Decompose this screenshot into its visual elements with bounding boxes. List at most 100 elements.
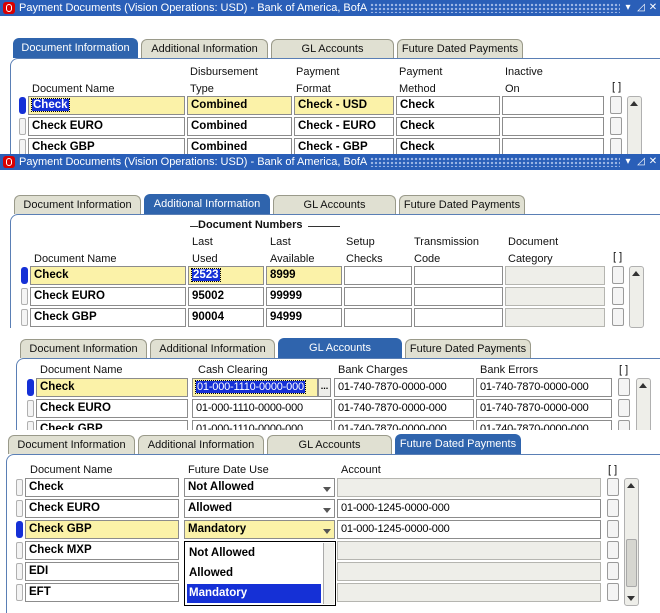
row-selector[interactable] [27, 421, 34, 430]
future-date-use-select[interactable]: Mandatory [184, 520, 335, 539]
dropdown-option-allowed[interactable]: Allowed [187, 564, 321, 583]
payment-format-field[interactable]: Check - USD [294, 96, 394, 115]
close-icon[interactable]: ✕ [647, 0, 659, 16]
row-selector[interactable] [16, 542, 23, 559]
row-selector[interactable] [21, 288, 28, 305]
document-name-field[interactable]: Check EURO [30, 287, 186, 306]
row-checkbox[interactable] [607, 562, 619, 580]
payment-method-field[interactable]: Check [396, 96, 500, 115]
row-checkbox[interactable] [607, 583, 619, 601]
bank-errors-field[interactable]: 01-740-7870-0000-000 [476, 378, 612, 397]
row-checkbox[interactable] [612, 287, 624, 305]
future-date-use-select[interactable]: Not Allowed [184, 478, 335, 497]
row-checkbox[interactable] [612, 308, 624, 326]
scroll-up-icon[interactable] [639, 383, 647, 388]
account-field[interactable]: 01-000-1245-0000-000 [337, 520, 601, 539]
future-date-use-select[interactable]: Allowed [184, 499, 335, 518]
document-name-field[interactable]: EFT [25, 583, 179, 602]
account-field[interactable]: 01-000-1245-0000-000 [337, 499, 601, 518]
close-icon[interactable]: ✕ [647, 154, 659, 170]
inactive-on-field[interactable] [502, 117, 604, 136]
account-field[interactable] [337, 478, 601, 497]
document-category-field[interactable] [505, 308, 605, 327]
last-available-field[interactable]: 99999 [266, 287, 342, 306]
last-available-field[interactable]: 8999 [266, 266, 342, 285]
row-checkbox[interactable] [607, 478, 619, 496]
last-available-field[interactable]: 94999 [266, 308, 342, 327]
list-of-values-button[interactable]: ... [318, 378, 331, 397]
bank-errors-field[interactable]: 01-740-7870-0000-000 [476, 420, 612, 430]
document-name-field[interactable]: Check GBP [30, 308, 186, 327]
chevron-down-icon[interactable] [323, 529, 331, 534]
row-checkbox[interactable] [618, 378, 630, 396]
setup-checks-field[interactable] [344, 266, 412, 285]
tab-additional-information[interactable]: Additional Information [144, 194, 270, 214]
row-checkbox[interactable] [610, 138, 622, 154]
tab-additional-information[interactable]: Additional Information [141, 39, 268, 58]
folder-bracket[interactable]: [ ] [612, 81, 621, 93]
chevron-down-icon[interactable] [323, 487, 331, 492]
tab-future-dated-payments[interactable]: Future Dated Payments [395, 434, 521, 454]
document-name-field[interactable]: Check GBP [36, 420, 188, 430]
tab-gl-accounts[interactable]: GL Accounts [271, 39, 394, 58]
tab-future-dated-payments[interactable]: Future Dated Payments [399, 195, 525, 214]
document-name-field[interactable]: Check [36, 378, 188, 397]
tab-additional-information[interactable]: Additional Information [138, 435, 264, 454]
row-selector[interactable] [19, 139, 26, 154]
vertical-scrollbar[interactable] [624, 478, 639, 606]
document-category-field[interactable] [505, 287, 605, 306]
window-title-bar[interactable]: Payment Documents (Vision Operations: US… [0, 154, 660, 170]
payment-format-field[interactable]: Check - GBP [294, 138, 394, 154]
minimize-icon[interactable]: ▾ [622, 154, 634, 170]
last-used-field[interactable]: 2523 [188, 266, 264, 285]
cash-clearing-field[interactable]: 01-000-1110-0000-000 [192, 420, 332, 430]
row-checkbox[interactable] [610, 96, 622, 114]
scroll-up-icon[interactable] [632, 271, 640, 276]
payment-method-field[interactable]: Check [396, 117, 500, 136]
row-selector[interactable] [16, 584, 23, 601]
scroll-up-icon[interactable] [627, 483, 635, 488]
future-date-use-dropdown[interactable]: Not Allowed Allowed Mandatory [184, 541, 336, 606]
disbursement-type-field[interactable]: Combined [187, 138, 292, 154]
folder-bracket[interactable]: [ ] [608, 464, 617, 476]
account-field[interactable] [337, 562, 601, 581]
row-selector[interactable] [16, 563, 23, 580]
cash-clearing-field[interactable]: 01-000-1110-0000-000 [192, 378, 318, 397]
transmission-code-field[interactable] [414, 308, 503, 327]
last-used-field[interactable]: 95002 [188, 287, 264, 306]
tab-document-information[interactable]: Document Information [14, 195, 141, 214]
row-selector[interactable] [19, 118, 26, 135]
tab-document-information[interactable]: Document Information [13, 38, 138, 58]
bank-errors-field[interactable]: 01-740-7870-0000-000 [476, 399, 612, 418]
row-selector[interactable] [16, 500, 23, 517]
vertical-scrollbar[interactable] [627, 96, 642, 154]
window-title-bar[interactable]: Payment Documents (Vision Operations: US… [0, 0, 660, 16]
tab-future-dated-payments[interactable]: Future Dated Payments [405, 339, 531, 358]
document-name-field[interactable]: Check [25, 478, 179, 497]
disbursement-type-field[interactable]: Combined [187, 117, 292, 136]
bank-charges-field[interactable]: 01-740-7870-0000-000 [334, 420, 474, 430]
account-field[interactable] [337, 583, 601, 602]
payment-method-field[interactable]: Check [396, 138, 500, 154]
bank-charges-field[interactable]: 01-740-7870-0000-000 [334, 399, 474, 418]
row-selector[interactable] [21, 309, 28, 326]
document-name-field[interactable]: Check EURO [36, 399, 188, 418]
minimize-icon[interactable]: ▾ [622, 0, 634, 16]
row-checkbox[interactable] [612, 266, 624, 284]
document-name-field[interactable]: Check EURO [25, 499, 179, 518]
tab-document-information[interactable]: Document Information [20, 339, 147, 358]
payment-format-field[interactable]: Check - EURO [294, 117, 394, 136]
document-category-field[interactable] [505, 266, 605, 285]
disbursement-type-field[interactable]: Combined [187, 96, 292, 115]
folder-bracket[interactable]: [ ] [619, 364, 628, 376]
row-checkbox[interactable] [607, 520, 619, 538]
document-name-field[interactable]: Check [30, 266, 186, 285]
scroll-thumb[interactable] [626, 539, 637, 587]
row-selector[interactable] [27, 400, 34, 417]
document-name-field[interactable]: Check GBP [28, 138, 185, 154]
row-checkbox[interactable] [610, 117, 622, 135]
row-checkbox[interactable] [618, 420, 630, 430]
row-checkbox[interactable] [607, 541, 619, 559]
setup-checks-field[interactable] [344, 287, 412, 306]
document-name-field[interactable]: EDI [25, 562, 179, 581]
